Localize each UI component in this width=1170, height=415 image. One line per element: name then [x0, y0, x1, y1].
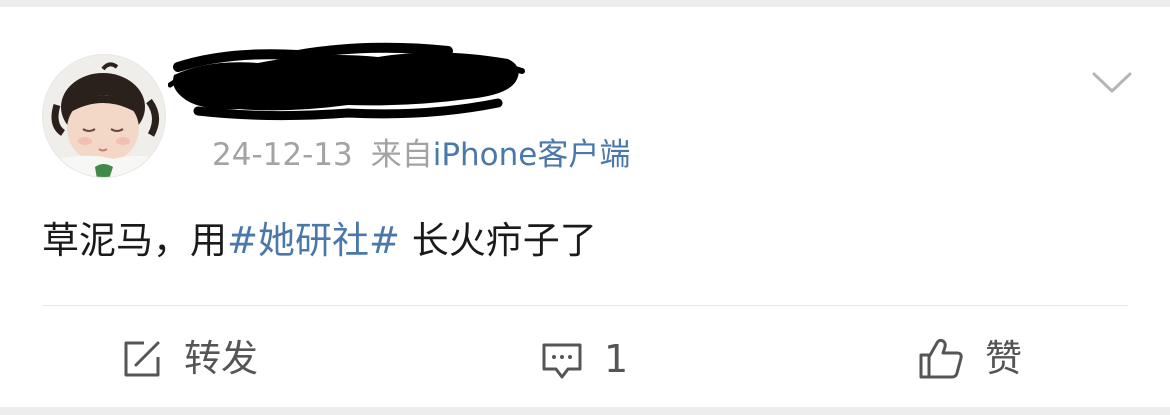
content-text-after: 长火疖子了	[400, 219, 597, 262]
like-button[interactable]: 赞	[917, 333, 1022, 385]
post-date: 24-12-13	[212, 137, 353, 173]
repost-button[interactable]: 转发	[120, 333, 258, 385]
divider	[42, 305, 1128, 306]
topic-link[interactable]: #她研社#	[227, 219, 400, 262]
post-card: 24-12-13 来自iPhone客户端 草泥马，用#她研社# 长火疖子了 转发 …	[0, 7, 1170, 407]
repost-label: 转发	[184, 337, 258, 380]
username-redacted[interactable]	[168, 37, 528, 121]
comment-icon	[542, 343, 582, 379]
like-label: 赞	[985, 337, 1022, 380]
share-edit-icon	[124, 341, 160, 377]
redaction-scribble	[168, 42, 525, 121]
source-prefix: 来自	[370, 137, 433, 173]
content-text-before: 草泥马，用	[42, 219, 227, 262]
post-content: 草泥马，用#她研社# 长火疖子了	[42, 216, 597, 266]
avatar-image	[43, 55, 165, 177]
chevron-down-icon[interactable]	[1090, 67, 1134, 97]
post-source-link[interactable]: iPhone客户端	[433, 137, 631, 173]
post-meta: 24-12-13 来自iPhone客户端	[212, 135, 630, 175]
thumbs-up-icon	[919, 338, 963, 379]
comment-count: 1	[604, 337, 629, 381]
comment-button[interactable]: 1	[540, 333, 628, 385]
avatar[interactable]	[42, 54, 166, 178]
